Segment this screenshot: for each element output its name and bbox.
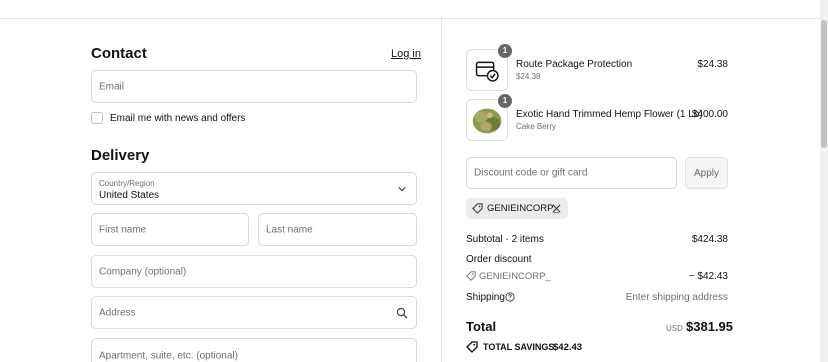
- total-savings-label: TOTAL SAVINGS: [483, 342, 555, 352]
- tag-icon: [472, 203, 483, 214]
- subtotal-label: Subtotal · 2 items: [466, 234, 544, 245]
- address-field[interactable]: Address: [91, 296, 417, 329]
- tag-icon: [466, 271, 476, 281]
- discount-code-field[interactable]: Discount code or gift card: [466, 157, 677, 189]
- country-label: Country/Region: [99, 179, 155, 188]
- address-placeholder: Address: [99, 307, 136, 318]
- apartment-placeholder: Apartment, suite, etc. (optional): [99, 350, 238, 362]
- scrollbar[interactable]: [820, 0, 828, 362]
- discount-code-label: GENIEINCORP_: [479, 271, 551, 282]
- scrollbar-thumb[interactable]: [821, 20, 827, 148]
- help-icon[interactable]: [505, 292, 515, 302]
- last-name-field[interactable]: Last name: [258, 213, 417, 246]
- search-icon[interactable]: [396, 307, 408, 319]
- close-icon[interactable]: [552, 204, 561, 213]
- apply-button[interactable]: Apply: [685, 157, 728, 189]
- delivery-heading: Delivery: [91, 147, 150, 164]
- shipping-label: Shipping: [466, 292, 505, 303]
- email-field[interactable]: Email: [91, 70, 417, 103]
- tag-icon: [466, 341, 478, 353]
- shipping-value: Enter shipping address: [625, 292, 728, 303]
- quantity-badge: 1: [498, 44, 512, 58]
- total-savings-value: $42.43: [553, 342, 583, 353]
- item-price: $400.00: [691, 109, 728, 120]
- currency-code: USD: [666, 324, 683, 333]
- login-link[interactable]: Log in: [391, 48, 421, 60]
- country-select[interactable]: Country/Region United States: [91, 172, 417, 205]
- subtotal-value: $424.38: [691, 234, 728, 245]
- item-name: Route Package Protection: [516, 59, 633, 70]
- last-name-placeholder: Last name: [266, 224, 313, 235]
- total-label: Total: [466, 319, 497, 334]
- first-name-placeholder: First name: [99, 224, 147, 235]
- email-placeholder: Email: [99, 81, 125, 92]
- total-value: $381.95: [686, 319, 733, 334]
- company-field[interactable]: Company (optional): [91, 255, 417, 288]
- applied-code-label: GENIEINCORP_: [487, 203, 559, 214]
- order-discount-label: Order discount: [466, 254, 532, 265]
- item-name: Exotic Hand Trimmed Hemp Flower (1 Lb): [516, 109, 703, 120]
- contact-heading: Contact: [91, 45, 147, 62]
- country-value: United States: [99, 190, 160, 201]
- item-price: $24.38: [697, 59, 728, 70]
- quantity-badge: 1: [498, 94, 512, 108]
- apartment-field[interactable]: Apartment, suite, etc. (optional): [91, 338, 417, 362]
- newsletter-checkbox[interactable]: [91, 112, 103, 124]
- column-divider: [441, 19, 442, 362]
- company-placeholder: Company (optional): [99, 266, 187, 277]
- first-name-field[interactable]: First name: [91, 213, 249, 246]
- item-subtitle: $24.38: [516, 72, 541, 81]
- chevron-down-icon: [398, 187, 406, 192]
- discount-placeholder: Discount code or gift card: [474, 167, 588, 179]
- newsletter-label: Email me with news and offers: [110, 113, 246, 124]
- item-subtitle: Cake Berry: [516, 122, 557, 131]
- discount-value: − $42.43: [688, 271, 728, 282]
- applied-discount-chip: GENIEINCORP_: [466, 198, 568, 219]
